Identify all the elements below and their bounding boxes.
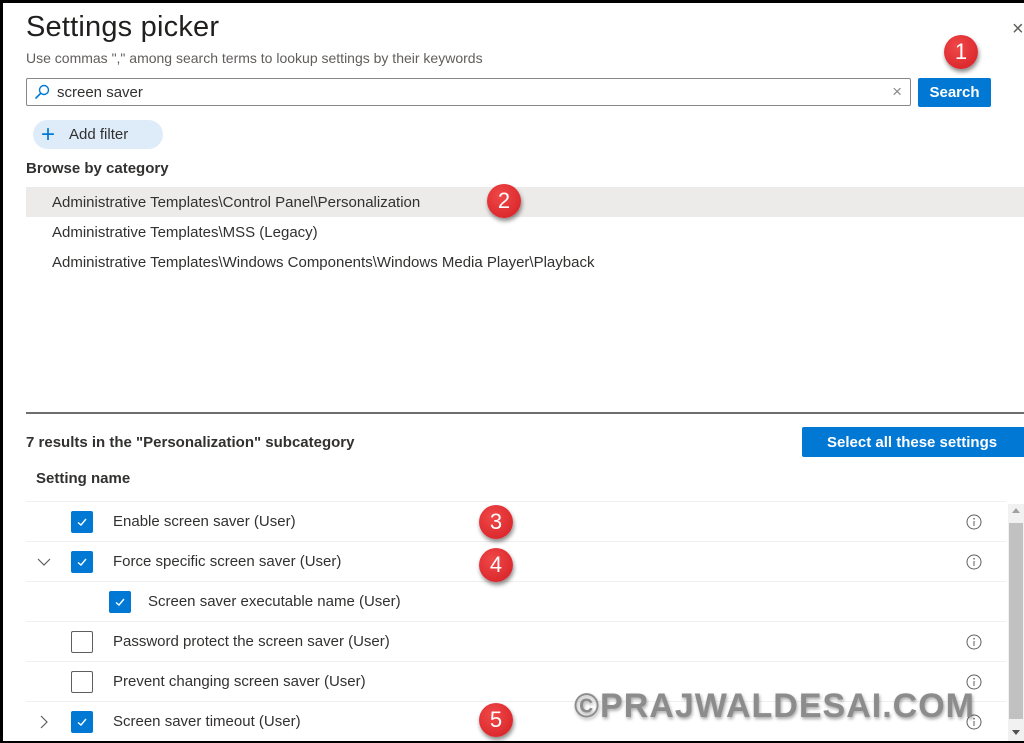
info-icon[interactable]	[966, 554, 982, 570]
add-filter-label: Add filter	[69, 126, 129, 143]
search-button[interactable]: Search	[918, 78, 991, 107]
scroll-up-arrow-icon[interactable]	[1012, 508, 1020, 513]
section-divider	[26, 412, 1024, 414]
annotation-badge: 5	[479, 703, 513, 737]
column-header-setting-name: Setting name	[36, 470, 131, 487]
results-summary: 7 results in the "Personalization" subca…	[26, 434, 355, 451]
scrollbar[interactable]	[1008, 504, 1024, 741]
close-icon[interactable]: ×	[1012, 19, 1024, 39]
category-label: Administrative Templates\Windows Compone…	[52, 253, 595, 271]
annotation-badge: 2	[487, 184, 521, 218]
setting-checkbox[interactable]	[71, 630, 93, 653]
clear-icon[interactable]: ×	[892, 82, 902, 102]
checkmark-icon	[77, 718, 87, 726]
checkmark-icon	[115, 598, 125, 606]
info-icon[interactable]	[966, 514, 982, 530]
category-label: Administrative Templates\Control Panel\P…	[52, 193, 421, 211]
browse-by-category-heading: Browse by category	[26, 160, 169, 177]
table-row[interactable]: Password protect the screen saver (User)	[26, 621, 1006, 661]
category-item[interactable]: Administrative Templates\MSS (Legacy)	[26, 217, 1024, 247]
checkmark-icon	[77, 558, 87, 566]
settings-picker-panel: Settings picker Use commas "," among sea…	[3, 3, 1024, 741]
category-item[interactable]: Administrative Templates\Control Panel\P…	[26, 187, 1024, 217]
page-title: Settings picker	[26, 11, 220, 43]
search-icon	[35, 84, 50, 99]
setting-checkbox[interactable]	[71, 510, 93, 533]
plus-icon: +	[41, 120, 56, 148]
table-row[interactable]: Force specific screen saver (User)	[26, 541, 1006, 581]
category-list: Administrative Templates\Control Panel\P…	[26, 187, 1024, 277]
setting-label: Password protect the screen saver (User)	[113, 633, 390, 650]
setting-checkbox[interactable]	[71, 710, 93, 733]
page-subtitle: Use commas "," among search terms to loo…	[26, 50, 483, 66]
scroll-thumb[interactable]	[1009, 523, 1023, 719]
select-all-settings-button[interactable]: Select all these settings	[802, 427, 1024, 457]
category-label: Administrative Templates\MSS (Legacy)	[52, 223, 318, 241]
annotation-badge: 3	[479, 505, 513, 539]
info-icon[interactable]	[966, 634, 982, 650]
chevron-down-icon[interactable]	[36, 554, 52, 570]
setting-label: Screen saver timeout (User)	[113, 713, 301, 730]
search-box[interactable]: ×	[26, 78, 911, 106]
scroll-down-arrow-icon[interactable]	[1012, 730, 1020, 735]
category-item[interactable]: Administrative Templates\Windows Compone…	[26, 247, 1024, 277]
table-row[interactable]: Screen saver executable name (User)	[26, 581, 1006, 621]
setting-checkbox[interactable]	[71, 550, 93, 573]
checkmark-icon	[77, 518, 87, 526]
setting-checkbox[interactable]	[109, 590, 131, 613]
setting-checkbox[interactable]	[71, 670, 93, 693]
setting-label: Screen saver executable name (User)	[148, 593, 401, 610]
table-row[interactable]: Enable screen saver (User)	[26, 501, 1006, 541]
search-input[interactable]	[57, 81, 877, 103]
setting-label: Force specific screen saver (User)	[113, 553, 342, 570]
setting-label: Prevent changing screen saver (User)	[113, 673, 366, 690]
setting-label: Enable screen saver (User)	[113, 513, 296, 530]
chevron-right-icon[interactable]	[36, 714, 52, 730]
annotation-badge: 4	[479, 548, 513, 582]
annotation-badge: 1	[944, 35, 978, 69]
watermark: ©PRAJWALDESAI.COM	[574, 687, 975, 725]
add-filter-button[interactable]: + Add filter	[33, 120, 163, 149]
